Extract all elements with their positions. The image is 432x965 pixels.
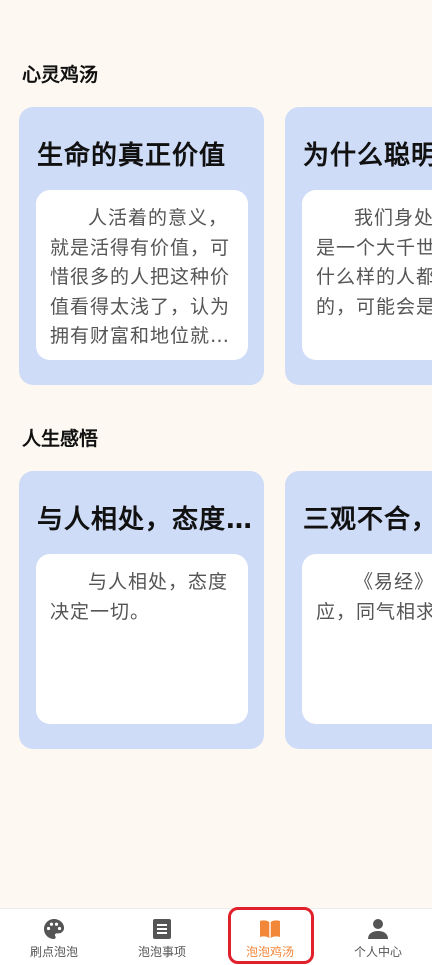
tab-bubble-items[interactable]: 泡泡事项 bbox=[108, 909, 216, 965]
card-title: 生命的真正价值 bbox=[37, 141, 227, 171]
article-card[interactable]: 与人相处，态度决定一切 与人相处，态度决定一切。 bbox=[19, 471, 264, 749]
card-title: 为什么聪明 bbox=[303, 141, 432, 171]
tab-label: 刷点泡泡 bbox=[29, 945, 78, 959]
section-title-life-insight: 人生感悟 bbox=[22, 428, 99, 450]
card-excerpt: 与人相处，态度决定一切。 bbox=[50, 571, 229, 623]
palette-icon bbox=[44, 919, 65, 939]
card-excerpt-box: 《易经》「同声相应，同气相求。」 bbox=[302, 554, 432, 724]
person-icon bbox=[368, 919, 388, 939]
card-excerpt-box: 与人相处，态度决定一切。 bbox=[36, 554, 248, 724]
card-title: 与人相处，态度决定一切 bbox=[37, 505, 254, 535]
card-row-soul-soup[interactable]: 生命的真正价值 人活着的意义，就是活得有价值，可惜很多的人把这种价值看得太浅了，… bbox=[19, 107, 432, 386]
list-icon bbox=[153, 919, 171, 939]
tab-brush-bubbles[interactable]: 刷点泡泡 bbox=[0, 909, 108, 965]
active-tab-highlight-box bbox=[228, 907, 314, 964]
tab-personal-center[interactable]: 个人中心 bbox=[324, 909, 432, 965]
card-excerpt-box: 我们身处的世界，是一个大千世界，所以什么样的人都会存在的，可能会是一样 bbox=[302, 190, 432, 360]
card-excerpt: 我们身处的世界，是一个大千世界，所以什么样的人都会存在的，可能会是一样 bbox=[316, 207, 432, 318]
card-excerpt-box: 人活着的意义，就是活得有价值，可惜很多的人把这种价值看得太浅了，认为拥有财富和地… bbox=[36, 190, 248, 360]
tab-label: 个人中心 bbox=[353, 945, 402, 959]
card-row-life-insight[interactable]: 与人相处，态度决定一切 与人相处，态度决定一切。 三观不合， 《易经》「同声相应… bbox=[19, 471, 432, 749]
article-card[interactable]: 生命的真正价值 人活着的意义，就是活得有价值，可惜很多的人把这种价值看得太浅了，… bbox=[19, 107, 264, 385]
card-excerpt: 《易经》「同声相应，同气相求。」 bbox=[316, 571, 432, 623]
article-card[interactable]: 为什么聪明 我们身处的世界，是一个大千世界，所以什么样的人都会存在的，可能会是一… bbox=[285, 107, 432, 385]
card-excerpt: 人活着的意义，就是活得有价值，可惜很多的人把这种价值看得太浅了，认为拥有财富和地… bbox=[50, 207, 231, 347]
card-title: 三观不合， bbox=[303, 505, 432, 535]
tab-label: 泡泡事项 bbox=[137, 945, 186, 959]
article-card[interactable]: 三观不合， 《易经》「同声相应，同气相求。」 bbox=[285, 471, 432, 749]
section-title-soul-soup: 心灵鸡汤 bbox=[22, 64, 99, 86]
bottom-tab-bar: 刷点泡泡 泡泡事项 泡泡鸡汤 个人中心 bbox=[0, 908, 432, 965]
